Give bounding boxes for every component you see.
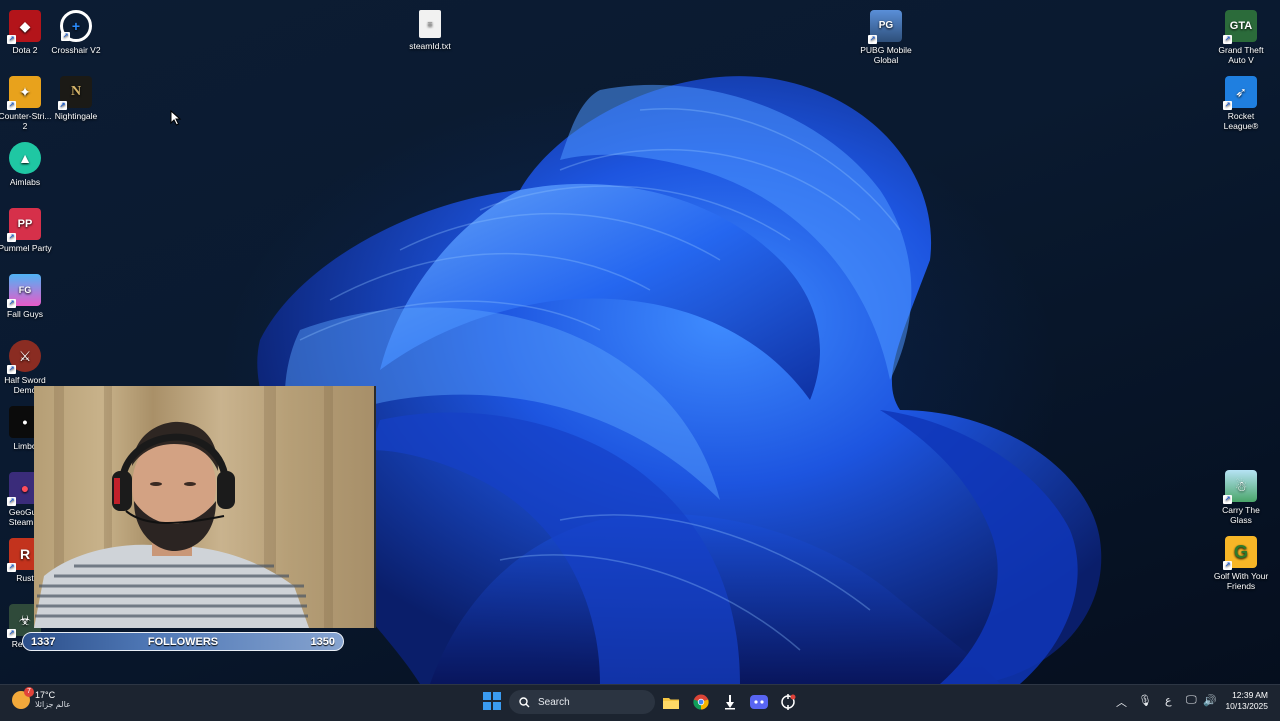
steam-icon[interactable] — [719, 691, 741, 713]
crosshair-icon: + ↗ — [60, 10, 92, 42]
desktop-icon-dota-2[interactable]: ◆ ↗ Dota 2 — [0, 10, 53, 55]
followers-goal: 1350 — [310, 635, 335, 648]
desktop-icon-label: Crosshair V2 — [51, 45, 101, 55]
desktop-icon-golf-with-friends[interactable]: G ↗ Golf With Your Friends — [1213, 536, 1269, 591]
fall-guys-icon: FG ↗ — [7, 274, 41, 308]
rocket-league-icon: ➶ ↗ — [1223, 76, 1257, 110]
clock-time: 12:39 AM — [1232, 690, 1268, 700]
dota-icon: ◆ ↗ — [7, 10, 41, 44]
weather-badge: 7 — [24, 687, 34, 697]
desktop-icon-label: Dota 2 — [12, 45, 38, 55]
weather-sun-icon: 7 — [12, 687, 34, 709]
golf-icon: G ↗ — [1223, 536, 1257, 570]
input-language-indicator[interactable]: ع — [1165, 694, 1172, 707]
show-hidden-icons-chevron-icon[interactable]: ︿ — [1116, 694, 1127, 710]
desktop-icon-label: PUBG Mobile Global — [860, 45, 912, 65]
crosshair-app-icon[interactable] — [777, 691, 799, 713]
network-icon[interactable]: 🖵 — [1186, 694, 1197, 707]
search-icon — [519, 696, 530, 707]
volume-icon[interactable]: 🔊 — [1203, 694, 1217, 707]
desktop-icon-label: Rocket League® — [1223, 111, 1259, 131]
counter-strike-icon: ✦ ↗ — [7, 76, 41, 110]
desktop-icon-nightingale[interactable]: N ↗ Nightingale — [48, 76, 104, 121]
nightingale-icon: N ↗ — [58, 76, 92, 110]
webcam-overlay — [34, 386, 376, 628]
discord-icon[interactable] — [748, 691, 770, 713]
desktop-icon-label: Nightingale — [54, 111, 98, 121]
microphone-icon[interactable]: 🎙 — [1138, 694, 1152, 707]
desktop-icon-fall-guys[interactable]: FG ↗ Fall Guys — [0, 274, 53, 319]
desktop-icon-crosshair-v2[interactable]: + ↗ Crosshair V2 — [48, 10, 104, 55]
desktop-icon-rocket-league[interactable]: ➶ ↗ Rocket League® — [1213, 76, 1269, 131]
desktop-icon-aimlabs[interactable]: ▲ Aimlabs — [0, 142, 53, 187]
clock-date: 10/13/2025 — [1225, 701, 1268, 711]
desktop-icon-label: Golf With Your Friends — [1213, 571, 1269, 591]
file-explorer-icon[interactable] — [660, 691, 682, 713]
mouse-cursor-icon — [170, 110, 182, 126]
weather-temperature: 17°C — [35, 690, 56, 700]
gta-icon: GTA ↗ — [1223, 10, 1257, 44]
desktop-icon-pummel-party[interactable]: PP ↗ Pummel Party — [0, 208, 53, 253]
desktop-icon-counter-strike-2[interactable]: ✦ ↗ Counter-Stri... 2 — [0, 76, 53, 131]
streamer-webcam-image — [34, 386, 333, 628]
taskbar: 7 17°C عالم جزائلا Search ︿ 🎙 ع 🖵 🔊 12:3… — [0, 684, 1280, 721]
chrome-icon[interactable] — [690, 691, 712, 713]
search-placeholder: Search — [538, 696, 570, 708]
followers-current: 1337 — [31, 635, 56, 648]
desktop-icon-label: Pummel Party — [0, 243, 52, 253]
followers-label: FOLLOWERS — [147, 635, 219, 648]
carry-glass-icon: ☃ ↗ — [1223, 470, 1257, 504]
taskbar-search-box[interactable]: Search — [509, 690, 655, 714]
desktop-icon-label: Fall Guys — [7, 309, 43, 319]
half-sword-icon: ⚔ ↗ — [7, 340, 41, 374]
clock[interactable]: 12:39 AM 10/13/2025 — [1225, 690, 1268, 712]
followers-goal-bar: 1337 FOLLOWERS 1350 — [22, 632, 344, 651]
start-button[interactable] — [483, 692, 501, 710]
desktop-icon-pubg-mobile[interactable]: PG ↗ PUBG Mobile Global — [858, 10, 914, 65]
desktop-icon-steamid-txt[interactable]: ≡ steamId.txt — [402, 10, 458, 51]
desktop-icon-carry-the-glass[interactable]: ☃ ↗ Carry The Glass — [1213, 470, 1269, 525]
windows-logo-icon — [483, 692, 491, 700]
desktop-icon-label: steamId.txt — [409, 41, 451, 51]
desktop-icon-label: Counter-Stri... 2 — [0, 111, 52, 131]
desktop-icon-label: Aimlabs — [9, 177, 41, 187]
desktop-icon-gta-v[interactable]: GTA ↗ Grand Theft Auto V — [1213, 10, 1269, 65]
pummel-party-icon: PP ↗ — [7, 208, 41, 242]
desktop-icon-label: Carry The Glass — [1222, 505, 1260, 525]
pubg-icon: PG ↗ — [868, 10, 902, 44]
desktop-icon-label: Grand Theft Auto V — [1218, 45, 1264, 65]
weather-widget[interactable]: 7 17°C عالم جزائلا — [12, 687, 71, 710]
aimlabs-icon: ▲ — [9, 142, 41, 174]
text-file-icon: ≡ — [419, 10, 441, 38]
weather-location: عالم جزائلا — [35, 700, 71, 709]
